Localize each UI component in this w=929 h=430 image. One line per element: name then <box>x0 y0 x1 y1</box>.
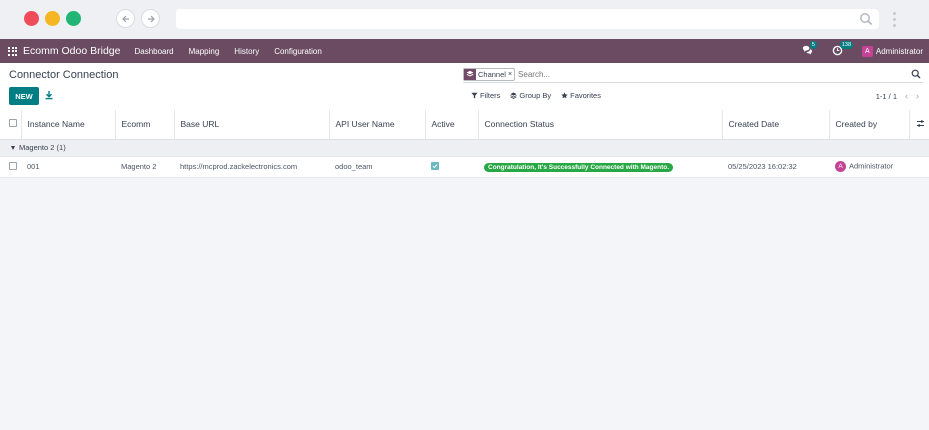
cell-base-url: https://mcprod.zackelectronics.com <box>174 156 329 178</box>
optional-columns-cell <box>908 110 929 140</box>
sliders-icon[interactable] <box>916 119 925 128</box>
created-by-name: Administrator <box>849 161 894 171</box>
filter-icon <box>471 92 478 99</box>
groupby-label: Group By <box>519 91 552 100</box>
search-facet[interactable]: Channel × <box>463 67 516 81</box>
close-window-button[interactable] <box>24 11 39 26</box>
records-table: Instance Name Ecomm Base URL API User Na… <box>0 110 929 178</box>
menu-dashboard[interactable]: Dashboard <box>134 47 173 56</box>
cell-api-user-name: odoo_team <box>329 156 425 178</box>
cell-created-date: 05/25/2023 16:02:32 <box>722 156 829 178</box>
search-input[interactable] <box>518 69 899 79</box>
pager-next-icon[interactable]: › <box>916 91 919 101</box>
page-title: Connector Connection <box>9 69 119 81</box>
caret-down-icon <box>11 146 15 151</box>
menu-mapping[interactable]: Mapping <box>189 47 220 56</box>
favorites-toggle[interactable]: Favorites <box>561 91 601 100</box>
table-header-row: Instance Name Ecomm Base URL API User Na… <box>0 110 929 140</box>
arrow-right-icon <box>147 15 155 22</box>
user-name[interactable]: Administrator <box>876 47 923 56</box>
maximize-window-button[interactable] <box>66 11 81 26</box>
avatar: A <box>835 161 846 172</box>
user-avatar[interactable]: A <box>861 45 873 57</box>
menu-configuration[interactable]: Configuration <box>274 47 322 56</box>
activities-button[interactable]: 138 <box>832 41 854 57</box>
messages-button[interactable]: 5 <box>802 41 817 57</box>
check-icon <box>432 164 438 169</box>
facet-value: Channel <box>478 69 506 79</box>
browser-menu-icon[interactable] <box>893 12 897 28</box>
arrow-left-icon <box>121 15 129 22</box>
status-badge: Congratulation, It's Successfully Connec… <box>484 162 674 172</box>
activities-count-badge: 138 <box>839 41 854 49</box>
favorites-label: Favorites <box>570 91 601 100</box>
row-checkbox[interactable] <box>9 161 17 170</box>
cell-active <box>425 156 478 178</box>
minimize-window-button[interactable] <box>45 11 60 26</box>
column-instance-name[interactable]: Instance Name <box>20 110 115 140</box>
groupby-toggle[interactable]: Group By <box>510 91 551 100</box>
search-bar: Channel × <box>463 66 923 83</box>
control-panel: Connector Connection NEW Channel × Filte… <box>0 63 929 110</box>
column-created-by[interactable]: Created by <box>828 110 909 140</box>
table-row[interactable]: 001 Magento 2 https://mcprod.zackelectro… <box>0 156 929 178</box>
active-checkbox <box>431 162 439 170</box>
apps-grid-icon[interactable] <box>8 46 17 56</box>
cell-created-by: A Administrator <box>829 156 929 178</box>
search-panel-toggles: Filters Group By Favorites <box>471 91 601 100</box>
browser-chrome <box>0 0 929 39</box>
group-row[interactable]: Magento 2 (1) <box>0 139 929 157</box>
column-created-date[interactable]: Created Date <box>721 110 829 140</box>
group-label: Magento 2 (1) <box>19 143 66 152</box>
search-icon[interactable] <box>859 12 873 26</box>
address-bar[interactable] <box>176 9 879 29</box>
select-all-cell <box>0 110 21 140</box>
list-view: Instance Name Ecomm Base URL API User Na… <box>0 110 929 430</box>
forward-button[interactable] <box>141 9 160 28</box>
pager-value[interactable]: 1-1 / 1 <box>876 92 897 101</box>
column-connection-status[interactable]: Connection Status <box>477 110 722 140</box>
messages-count-badge: 5 <box>809 41 817 49</box>
menu-history[interactable]: History <box>234 47 259 56</box>
pager: 1-1 / 1 ‹ › <box>876 91 919 101</box>
pager-previous-icon[interactable]: ‹ <box>905 91 908 101</box>
select-all-checkbox[interactable] <box>9 119 17 128</box>
app-brand[interactable]: Ecomm Odoo Bridge <box>23 45 120 57</box>
facet-remove-icon[interactable]: × <box>508 71 514 78</box>
column-base-url[interactable]: Base URL <box>173 110 329 140</box>
cell-ecomm: Magento 2 <box>115 156 174 178</box>
main-menu: Dashboard Mapping History Configuration <box>134 47 321 56</box>
cell-instance-name: 001 <box>21 156 115 178</box>
layers-icon <box>510 92 518 99</box>
column-api-user-name[interactable]: API User Name <box>328 110 425 140</box>
new-button[interactable]: NEW <box>9 87 39 105</box>
column-active[interactable]: Active <box>424 110 478 140</box>
search-icon[interactable] <box>911 69 921 79</box>
layers-icon <box>464 68 476 80</box>
top-navbar: Ecomm Odoo Bridge Dashboard Mapping Hist… <box>0 39 929 63</box>
navbar-systray: 5 138 A Administrator <box>802 39 923 63</box>
star-icon <box>561 92 568 99</box>
filters-toggle[interactable]: Filters <box>471 91 500 100</box>
back-button[interactable] <box>116 9 135 28</box>
filters-label: Filters <box>480 91 501 100</box>
download-icon[interactable] <box>44 90 54 100</box>
cell-connection-status: Congratulation, It's Successfully Connec… <box>478 156 722 178</box>
column-ecomm[interactable]: Ecomm <box>114 110 174 140</box>
